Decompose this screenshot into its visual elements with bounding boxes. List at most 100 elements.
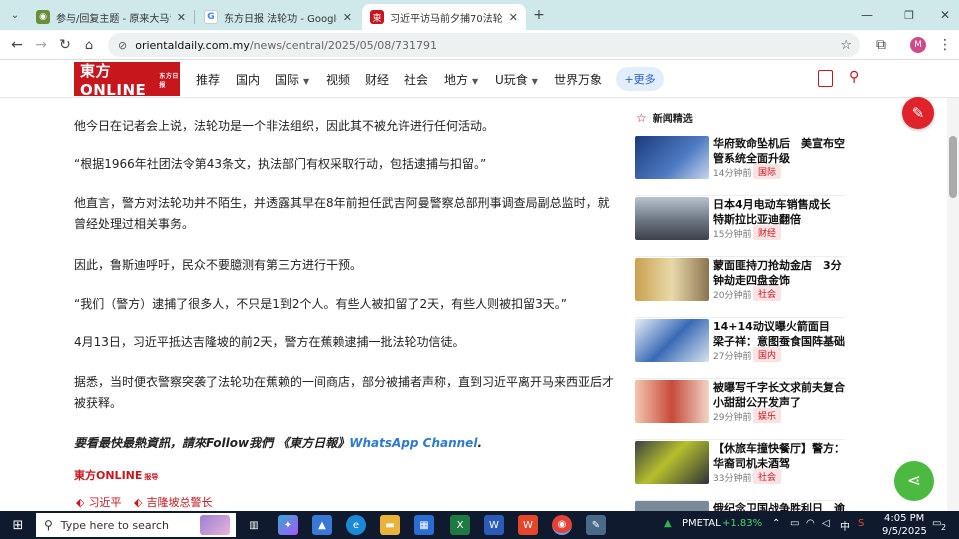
tag-icon: ⬖ (134, 495, 143, 509)
browser-menu-icon[interactable]: ⋮ (936, 36, 954, 54)
nav-domestic[interactable]: 国内 (236, 71, 260, 88)
wifi-icon[interactable]: ◠ (806, 518, 815, 529)
logo-text: 東方ONLINE (80, 61, 147, 99)
back-icon[interactable]: ← (8, 36, 26, 54)
word-icon[interactable]: W (484, 515, 504, 535)
page-scrollbar[interactable] (947, 98, 959, 511)
close-tab-icon[interactable]: ✕ (177, 11, 186, 24)
edit-pen-button[interactable]: ✎ (902, 97, 934, 129)
news-category-badge[interactable]: 社会 (753, 469, 782, 484)
volume-icon[interactable]: ◁ (822, 518, 830, 529)
featured-news-heading: ☆ 新闻精选 (636, 110, 693, 126)
news-thumbnail (635, 197, 709, 240)
profile-avatar[interactable]: M (910, 37, 926, 53)
restore-icon[interactable]: ❐ (900, 6, 918, 24)
news-category-badge[interactable]: 娱乐 (753, 408, 782, 423)
close-tab-icon[interactable]: ✕ (343, 11, 352, 24)
bookmark-star-icon[interactable]: ☆ (840, 38, 852, 53)
chrome-icon[interactable]: ◉ (552, 515, 572, 535)
google-favicon-icon: G (204, 10, 218, 24)
news-item[interactable]: 【休旅车撞快餐厅】警方：华裔司机未酒驾 33分钟前 社会 (635, 441, 845, 501)
tab-forum[interactable]: ◉ 参与/回复主题 - 原来大马青运报... ✕ (28, 4, 194, 30)
tab-title: 东方日报 法轮功 - Google Search (224, 13, 337, 25)
news-title: 俄纪念卫国战争胜利日 逾 (713, 502, 845, 511)
app-icon[interactable]: ▲ (312, 515, 332, 535)
nav-label: 世界万象 (554, 73, 603, 87)
window-close-icon[interactable]: ✕ (936, 6, 954, 24)
news-thumbnail (635, 501, 709, 511)
clock-time[interactable]: 4:05 PM (884, 513, 924, 524)
news-category-badge[interactable]: 国际 (753, 164, 782, 179)
copilot-icon[interactable]: ✦ (278, 515, 298, 535)
tab-search-icon[interactable]: ⌄ (6, 6, 24, 24)
minimize-icon[interactable]: — (858, 6, 876, 24)
ime-s-icon[interactable]: S (858, 518, 864, 529)
article-paragraph: 因此，鲁斯迪呼吁，民众不要臆测有第三方进行干预。 (74, 258, 363, 272)
tag-kl-police-chief[interactable]: ⬖ 吉隆坡总警长 (134, 494, 212, 510)
news-title: 蒙面匪持刀抢劫金店 3分钟劫走四盘金饰 (713, 259, 842, 287)
news-item[interactable]: 14+14动议曝火箭面目 梁子祥：意图蚕食国阵基础 27分钟前 国内 (635, 319, 845, 379)
nav-label: U玩食 (495, 73, 528, 87)
news-item[interactable]: 蒙面匪持刀抢劫金店 3分钟劫走四盘金饰 20分钟前 社会 (635, 258, 845, 318)
tab-article[interactable]: 東 习近平访马前夕捕70法轮功信徒... ✕ (362, 4, 526, 30)
stock-ticker-name[interactable]: PMETAL (682, 518, 721, 529)
nav-recommend[interactable]: 推荐 (196, 71, 220, 88)
whatsapp-promo: 要看最快最熱資訊，請來Follow我們 《東方日報》WhatsApp Chann… (74, 434, 482, 451)
news-item[interactable]: 日本4月电动车销售成长 特斯拉比亚迪翻倍 15分钟前 财经 (635, 197, 845, 257)
app-icon[interactable]: ✎ (586, 515, 606, 535)
news-item[interactable]: 华府致命坠机后 美宣布空管系统全面升级 14分钟前 国际 (635, 136, 845, 196)
news-category-badge[interactable]: 社会 (753, 286, 782, 301)
news-item[interactable]: 俄纪念卫国战争胜利日 逾 (635, 501, 845, 511)
tag-label: 习近平 (88, 496, 122, 509)
article-paragraph: “根据1966年社团法令第43条文，执法部门有权采取行动，包括逮捕与扣留。” (74, 157, 487, 171)
news-time: 14分钟前 (713, 169, 752, 179)
network-icon[interactable]: ▭ (790, 518, 799, 529)
windows-taskbar: ⊞ ⚲ Type here to search ▥ ✦ ▲ e ▬ ▦ X W … (0, 511, 959, 539)
tag-xi-jinping[interactable]: ⬖ 习近平 (76, 494, 121, 510)
edge-icon[interactable]: e (346, 515, 366, 535)
excel-icon[interactable]: X (450, 515, 470, 535)
nav-food[interactable]: U玩食 ▼ (495, 71, 538, 88)
nav-society[interactable]: 社会 (404, 71, 428, 88)
nav-label: 国内 (236, 73, 261, 87)
nav-world[interactable]: 世界万象 (554, 71, 602, 88)
site-info-icon[interactable]: ⊘ (118, 39, 127, 52)
close-tab-icon[interactable]: ✕ (509, 11, 518, 24)
clock-date[interactable]: 9/5/2025 (882, 526, 927, 537)
ime-indicator[interactable]: 中 (840, 518, 850, 533)
nav-international[interactable]: 国际 ▼ (275, 71, 309, 88)
nav-label: 推荐 (196, 73, 221, 87)
nav-video[interactable]: 视频 (326, 71, 350, 88)
epaper-icon[interactable] (818, 70, 833, 87)
wps-icon[interactable]: W (518, 515, 538, 535)
news-category-badge[interactable]: 财经 (753, 225, 782, 240)
more-button[interactable]: +更多 (616, 67, 664, 91)
tab-google[interactable]: G 东方日报 法轮功 - Google Search ✕ (196, 4, 360, 30)
file-explorer-icon[interactable]: ▬ (380, 515, 400, 535)
site-logo[interactable]: 東方ONLINE 东方日报 (74, 61, 180, 99)
tag-icon: ⬖ (76, 495, 85, 509)
search-placeholder: Type here to search (60, 518, 169, 532)
task-view-icon[interactable]: ▥ (244, 515, 264, 535)
nav-local[interactable]: 地方 ▼ (444, 71, 478, 88)
nav-finance[interactable]: 财经 (365, 71, 389, 88)
store-icon[interactable]: ▦ (414, 515, 434, 535)
search-icon[interactable]: ⚲ (849, 69, 859, 85)
news-item[interactable]: 被曝写千字长文求前夫复合 小甜甜公开发声了 29分钟前 娱乐 (635, 380, 856, 440)
news-category-badge[interactable]: 国内 (753, 347, 782, 362)
extensions-icon[interactable]: ⧉ (872, 36, 890, 54)
reload-icon[interactable]: ↻ (56, 36, 74, 54)
home-icon[interactable]: ⌂ (80, 36, 98, 54)
share-button[interactable]: ⋖ (894, 461, 934, 501)
windows-start-icon[interactable]: ⊞ (8, 515, 28, 535)
news-title: 华府致命坠机后 美宣布空管系统全面升级 (713, 137, 845, 165)
scrollbar-thumb[interactable] (949, 136, 957, 198)
article-paragraph: 他直言，警方对法轮功并不陌生，并透露其早在8年前担任武吉阿曼警察总部刑事调查局副… (74, 196, 610, 231)
address-bar[interactable]: ⊘ orientaldaily.com.my/news/central/2025… (108, 33, 860, 57)
forward-icon[interactable]: → (32, 36, 50, 54)
taskbar-search-input[interactable]: ⚲ Type here to search (36, 513, 236, 537)
whatsapp-channel-link[interactable]: WhatsApp Channel (349, 436, 477, 450)
hidden-icons-chevron-icon[interactable]: ⌃ (772, 518, 780, 529)
news-thumbnail (635, 136, 709, 179)
new-tab-button[interactable]: + (530, 6, 548, 24)
